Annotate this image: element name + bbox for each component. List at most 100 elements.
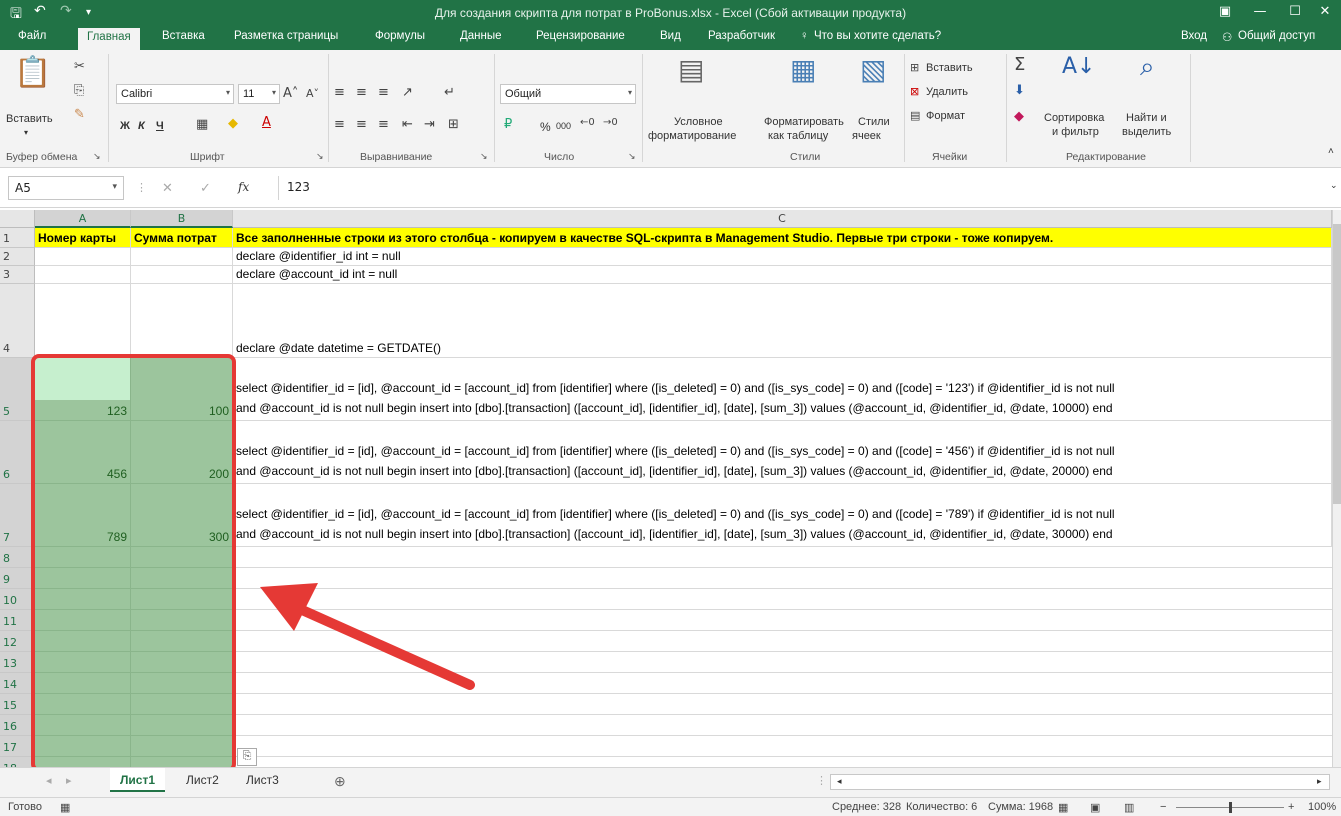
- cell-styles-button-line1[interactable]: Стили: [858, 116, 890, 128]
- tab-data[interactable]: Данные: [460, 30, 502, 42]
- increase-font-icon[interactable]: A˄: [283, 87, 298, 100]
- row-header[interactable]: 17: [0, 736, 35, 757]
- sign-in-link[interactable]: Вход: [1181, 30, 1207, 42]
- font-size-select[interactable]: 11 ▾: [238, 84, 280, 104]
- sheet-tab-3[interactable]: Лист3: [236, 768, 289, 792]
- cell-c2[interactable]: declare @identifier_id int = null: [233, 248, 1332, 266]
- page-layout-view-icon[interactable]: ▣: [1090, 801, 1100, 814]
- conditional-formatting-button-line1[interactable]: Условное: [674, 116, 723, 128]
- cell-a4[interactable]: [35, 284, 131, 358]
- horizontal-scrollbar[interactable]: ◂ ▸: [830, 774, 1330, 790]
- normal-view-icon[interactable]: ▦: [1058, 801, 1068, 814]
- row-header[interactable]: 10: [0, 589, 35, 610]
- clipboard-launcher-icon[interactable]: ↘: [93, 151, 101, 162]
- minimize-icon[interactable]: —: [1240, 4, 1280, 19]
- name-box[interactable]: A5 ▾: [8, 176, 124, 200]
- find-select-icon[interactable]: ⌕: [1140, 54, 1155, 80]
- fill-color-icon[interactable]: ◆: [228, 117, 238, 130]
- cell-a3[interactable]: [35, 266, 131, 284]
- format-painter-icon[interactable]: ✎: [74, 108, 85, 121]
- row-header[interactable]: 7: [0, 484, 35, 547]
- autosum-icon[interactable]: Σ: [1014, 56, 1025, 74]
- page-break-view-icon[interactable]: ▥: [1124, 801, 1134, 814]
- underline-button[interactable]: Ч: [156, 120, 164, 132]
- cancel-icon[interactable]: ✕: [162, 180, 173, 196]
- vertical-scrollbar[interactable]: [1332, 210, 1341, 767]
- row-header[interactable]: 15: [0, 694, 35, 715]
- align-top-icon[interactable]: ≡: [334, 86, 345, 99]
- number-format-select[interactable]: Общий ▾: [500, 84, 636, 104]
- row-header[interactable]: 14: [0, 673, 35, 694]
- share-button[interactable]: Общий доступ: [1238, 30, 1315, 42]
- decrease-indent-icon[interactable]: ⇤: [402, 118, 413, 131]
- align-bottom-icon[interactable]: ≡: [378, 86, 389, 99]
- find-select-button-line1[interactable]: Найти и: [1126, 112, 1167, 124]
- merge-center-icon[interactable]: ⊞: [448, 118, 459, 131]
- font-color-icon[interactable]: A: [262, 116, 271, 129]
- row-header[interactable]: 5: [0, 358, 35, 421]
- enter-icon[interactable]: ✓: [200, 180, 211, 196]
- orientation-icon[interactable]: ↗: [402, 86, 413, 99]
- clear-icon[interactable]: ◆: [1014, 110, 1024, 123]
- formula-input[interactable]: 123: [278, 176, 1328, 200]
- number-launcher-icon[interactable]: ↘: [628, 151, 636, 162]
- scroll-right-icon[interactable]: ▸: [1317, 776, 1322, 787]
- row-header[interactable]: 16: [0, 715, 35, 736]
- font-name-select[interactable]: Calibri ▾: [116, 84, 234, 104]
- paste-options-icon[interactable]: ⎘: [237, 748, 257, 766]
- zoom-out-icon[interactable]: −: [1160, 801, 1166, 813]
- collapse-ribbon-icon[interactable]: ˄: [1328, 146, 1334, 157]
- sheet-tab-2[interactable]: Лист2: [176, 768, 229, 792]
- add-sheet-icon[interactable]: ⊕: [334, 773, 346, 790]
- prev-sheet-icon[interactable]: ◂: [46, 774, 52, 787]
- cell-c4[interactable]: declare @date datetime = GETDATE(): [233, 284, 1332, 358]
- select-all-corner[interactable]: [0, 210, 35, 228]
- tab-home[interactable]: Главная: [78, 28, 140, 50]
- cell-c3[interactable]: declare @account_id int = null: [233, 266, 1332, 284]
- align-middle-icon[interactable]: ≡: [356, 86, 367, 99]
- currency-format-icon[interactable]: ₽: [504, 118, 512, 131]
- format-as-table-icon[interactable]: ▦: [790, 56, 816, 84]
- row-header[interactable]: 18: [0, 757, 35, 767]
- ribbon-display-icon[interactable]: ▣: [1205, 4, 1245, 19]
- cell-c7[interactable]: select @identifier_id = [id], @account_i…: [233, 484, 1332, 547]
- vertical-scroll-thumb[interactable]: [1333, 224, 1341, 504]
- percent-style-button[interactable]: %: [540, 120, 551, 134]
- increase-decimal-icon[interactable]: ←0: [580, 118, 595, 128]
- align-center-icon[interactable]: ≡: [356, 118, 367, 131]
- cell-a1[interactable]: Номер карты: [35, 228, 131, 248]
- tab-view[interactable]: Вид: [660, 30, 681, 42]
- cell-a2[interactable]: [35, 248, 131, 266]
- copy-icon[interactable]: ⎘: [74, 84, 84, 97]
- find-select-button-line2[interactable]: выделить: [1122, 126, 1171, 138]
- tab-file[interactable]: Файл: [18, 30, 46, 42]
- row-header[interactable]: 12: [0, 631, 35, 652]
- zoom-level[interactable]: 100%: [1308, 801, 1336, 813]
- cell-b3[interactable]: [131, 266, 233, 284]
- tab-review[interactable]: Рецензирование: [536, 30, 625, 42]
- sheet-tab-1[interactable]: Лист1: [110, 768, 166, 792]
- delete-cells-button[interactable]: Удалить: [926, 86, 968, 98]
- cut-icon[interactable]: ✂: [74, 60, 85, 73]
- comma-style-button[interactable]: 000: [556, 121, 571, 131]
- row-header[interactable]: 3: [0, 266, 35, 284]
- row-header[interactable]: 11: [0, 610, 35, 631]
- tab-formulas[interactable]: Формулы: [375, 30, 425, 42]
- sort-filter-icon[interactable]: A↓: [1062, 56, 1095, 78]
- conditional-formatting-icon[interactable]: ▤: [678, 56, 704, 84]
- borders-icon[interactable]: ▦: [196, 118, 208, 131]
- cell-b1[interactable]: Сумма потрат: [131, 228, 233, 248]
- insert-function-icon[interactable]: fx: [238, 180, 249, 194]
- format-cells-button[interactable]: Формат: [926, 110, 965, 122]
- next-sheet-icon[interactable]: ▸: [66, 774, 72, 787]
- cell-c1[interactable]: Все заполненные строки из этого столбца …: [233, 228, 1332, 248]
- cell-b2[interactable]: [131, 248, 233, 266]
- tab-page-layout[interactable]: Разметка страницы: [234, 30, 338, 42]
- cell-c5[interactable]: select @identifier_id = [id], @account_i…: [233, 358, 1332, 421]
- scroll-left-icon[interactable]: ◂: [837, 776, 842, 787]
- macro-record-icon[interactable]: ▦: [60, 801, 70, 814]
- align-right-icon[interactable]: ≡: [378, 118, 389, 131]
- paste-button[interactable]: Вставить: [6, 113, 53, 125]
- cell-c6[interactable]: select @identifier_id = [id], @account_i…: [233, 421, 1332, 484]
- sort-filter-button-line1[interactable]: Сортировка: [1044, 112, 1104, 124]
